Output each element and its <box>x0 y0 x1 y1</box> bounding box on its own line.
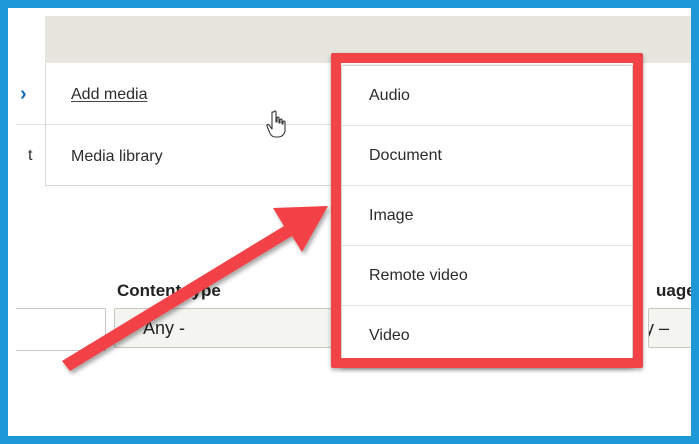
media-library-link[interactable]: Media library <box>71 147 163 166</box>
dropdown-item-video[interactable]: Video <box>342 306 632 366</box>
dropdown-item-image[interactable]: Image <box>342 186 632 246</box>
content-type-select[interactable]: - Any - <box>114 308 341 348</box>
content-type-label: Content type <box>117 281 221 300</box>
screenshot-frame: › t Add media Media library Content type… <box>0 0 699 444</box>
media-submenu: Add media Media library <box>45 63 345 186</box>
dropdown-item-remote-video[interactable]: Remote video <box>342 246 632 306</box>
search-input[interactable] <box>16 308 106 351</box>
add-media-dropdown: Audio Document Image Remote video Video <box>341 65 633 368</box>
dropdown-item-label: Video <box>369 327 410 344</box>
language-label: uage <box>656 281 696 300</box>
dropdown-item-document[interactable]: Document <box>342 126 632 186</box>
dropdown-item-label: Remote video <box>369 267 468 284</box>
chevron-right-icon[interactable]: › <box>20 84 27 104</box>
language-select[interactable]: ny – <box>648 308 691 348</box>
left-menu-fragment-label: t <box>28 147 33 164</box>
submenu-divider <box>46 124 345 125</box>
dropdown-item-label: Image <box>369 207 414 224</box>
top-toolbar-background <box>45 16 691 63</box>
add-media-link[interactable]: Add media <box>71 85 148 104</box>
left-divider <box>16 124 46 125</box>
pointing-hand-icon <box>266 110 286 138</box>
dropdown-item-label: Audio <box>369 87 410 104</box>
dropdown-item-label: Document <box>369 147 442 164</box>
dropdown-item-audio[interactable]: Audio <box>342 66 632 126</box>
